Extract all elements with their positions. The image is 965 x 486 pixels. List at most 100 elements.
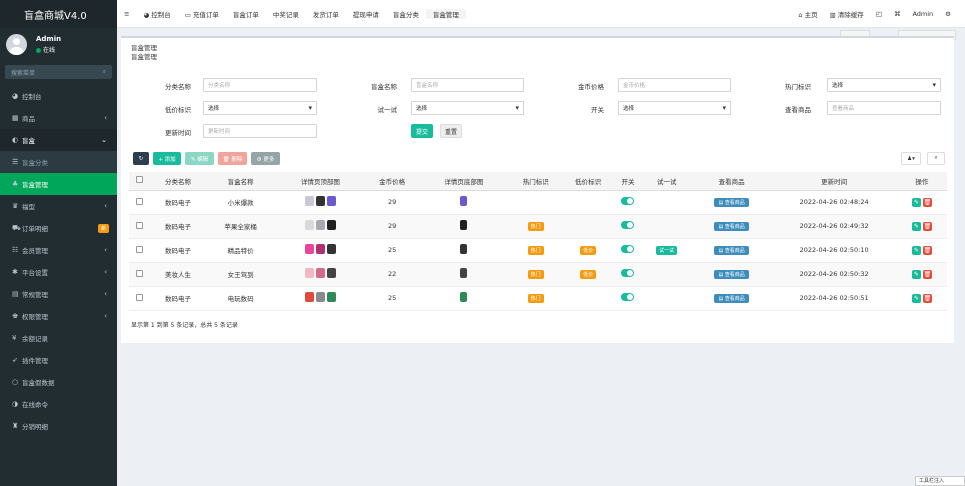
product-thumbnail[interactable] bbox=[326, 196, 336, 206]
table-row[interactable]: 数码电子 小米爆款 29 ▤ 查看商品 2022-04-26 02:48:24 … bbox=[129, 190, 947, 215]
edit-icon[interactable]: ✎ bbox=[911, 293, 921, 303]
sidebar-item[interactable]: ✱ 平台设置 ‹ bbox=[0, 261, 117, 283]
top-tab[interactable]: ◕ 控制台 bbox=[136, 9, 177, 19]
edit-icon[interactable]: ✎ bbox=[911, 197, 921, 207]
sidebar-item[interactable]: ♛ 福型 ‹ bbox=[0, 195, 117, 217]
top-tab[interactable]: ▭ 充值订单 bbox=[178, 9, 226, 19]
product-thumbnail[interactable] bbox=[315, 220, 325, 230]
view-products-button[interactable]: ▤ 查看商品 bbox=[714, 245, 749, 255]
sidebar-item[interactable]: ➶ 插件管理 bbox=[0, 349, 117, 371]
product-thumbnail[interactable] bbox=[460, 244, 468, 254]
row-checkbox[interactable] bbox=[135, 245, 143, 253]
switch-toggle[interactable] bbox=[621, 269, 635, 277]
updated-input[interactable]: 更新时间 bbox=[203, 124, 317, 138]
submit-button[interactable]: 提交 bbox=[411, 124, 433, 138]
more-button[interactable]: ⚙ 更多 bbox=[251, 152, 280, 165]
column-header[interactable] bbox=[129, 172, 150, 191]
table-row[interactable]: 数码电子 电玩数码 25 热门 ▤ 查看商品 2022-04-26 02:50:… bbox=[129, 286, 947, 311]
product-thumbnail[interactable] bbox=[315, 196, 325, 206]
add-button[interactable]: + 添加 bbox=[153, 152, 181, 165]
edit-icon[interactable]: ✎ bbox=[911, 245, 921, 255]
reset-button[interactable]: 重置 bbox=[440, 124, 462, 138]
row-checkbox[interactable] bbox=[135, 269, 143, 277]
qr-icon[interactable]: ⌘ bbox=[888, 10, 907, 18]
sidebar-item[interactable]: ♚ 权限管理 ‹ bbox=[0, 305, 117, 327]
product-thumbnail[interactable] bbox=[460, 196, 468, 206]
top-tab[interactable]: 盲盒分类 bbox=[386, 9, 426, 19]
switch-toggle[interactable] bbox=[621, 293, 635, 301]
switch-toggle[interactable] bbox=[621, 197, 635, 205]
home-link[interactable]: ⌂ 主页 bbox=[792, 9, 823, 19]
sidebar-item[interactable]: ◐ 盲盒 ⌄ bbox=[0, 129, 117, 151]
top-tab[interactable]: 盲盒订单 bbox=[226, 9, 266, 19]
switch-select[interactable]: 选择 bbox=[618, 101, 731, 115]
top-tab[interactable]: 盲盒管理 bbox=[425, 8, 466, 19]
delete-button[interactable]: 🗑 删除 bbox=[218, 152, 247, 165]
switch-toggle[interactable] bbox=[621, 221, 635, 229]
view-products-button[interactable]: ▤ 查看商品 bbox=[714, 197, 749, 207]
product-thumbnail[interactable] bbox=[315, 268, 325, 278]
product-thumbnail[interactable] bbox=[460, 268, 468, 278]
try-select[interactable]: 选择 bbox=[411, 101, 524, 115]
view-products-button[interactable]: ▤ 查看商品 bbox=[714, 221, 749, 231]
sidebar-item[interactable]: ¥ 余额记录 bbox=[0, 327, 117, 349]
product-thumbnail[interactable] bbox=[326, 244, 336, 254]
product-thumbnail[interactable] bbox=[460, 292, 468, 302]
product-thumbnail[interactable] bbox=[315, 292, 325, 302]
name-input[interactable]: 盲盒名称 bbox=[411, 78, 524, 92]
view-products-button[interactable]: ▤ 查看商品 bbox=[714, 293, 749, 303]
switch-toggle[interactable] bbox=[621, 245, 635, 253]
sidebar-item[interactable]: ☷ 会员管理 ‹ bbox=[0, 239, 117, 261]
trash-icon[interactable]: 🗑 bbox=[922, 221, 932, 231]
select-all-checkbox[interactable] bbox=[135, 176, 143, 184]
top-tab[interactable]: 中奖记录 bbox=[266, 9, 306, 19]
view-input[interactable]: 查看商品 bbox=[827, 101, 941, 115]
sidebar-item[interactable]: ♜ 分销明细 bbox=[0, 415, 117, 437]
brand-logo[interactable]: 盲盒商城V4.0 bbox=[0, 0, 117, 28]
sidebar-search-input[interactable]: 搜索菜单 ⌕ bbox=[5, 65, 112, 79]
search-icon[interactable]: ⌕ bbox=[103, 68, 106, 76]
sidebar-item[interactable]: ◑ 在线命令 bbox=[0, 393, 117, 415]
sidebar-item[interactable]: ⛟ 订单明细 新 bbox=[0, 217, 117, 239]
hot-select[interactable]: 选择 bbox=[827, 78, 941, 92]
category-input[interactable]: 分类名称 bbox=[203, 78, 317, 92]
product-thumbnail[interactable] bbox=[326, 292, 336, 302]
top-tab[interactable]: 提现申请 bbox=[346, 9, 386, 19]
table-row[interactable]: 数码电子 精品特价 25 热门 低价 试一试 ▤ 查看商品 2022-04-26… bbox=[129, 238, 947, 263]
trash-icon[interactable]: 🗑 bbox=[922, 269, 932, 279]
row-checkbox[interactable] bbox=[135, 293, 143, 301]
product-thumbnail[interactable] bbox=[304, 292, 314, 302]
product-thumbnail[interactable] bbox=[326, 268, 336, 278]
table-row[interactable]: 美妆人生 女王驾到 22 热门 低价 ▤ 查看商品 2022-04-26 02:… bbox=[129, 262, 947, 287]
table-search-button[interactable]: ⌕ bbox=[927, 152, 945, 165]
view-products-button[interactable]: ▤ 查看商品 bbox=[714, 269, 749, 279]
price-input[interactable]: 金币价格 bbox=[618, 78, 731, 92]
low-select[interactable]: 选择 bbox=[203, 101, 317, 115]
sidebar-item[interactable]: ○ 盲盒假数据 bbox=[0, 371, 117, 393]
product-thumbnail[interactable] bbox=[304, 244, 314, 254]
fullscreen-icon[interactable]: ◰ bbox=[870, 10, 888, 18]
product-thumbnail[interactable] bbox=[304, 220, 314, 230]
row-checkbox[interactable] bbox=[135, 221, 143, 229]
edit-icon[interactable]: ✎ bbox=[911, 221, 921, 231]
sidebar-item[interactable]: ♣ 盲盒管理 bbox=[0, 173, 117, 195]
product-thumbnail[interactable] bbox=[315, 244, 325, 254]
menu-toggle-icon[interactable]: ≡ bbox=[117, 10, 136, 18]
sidebar-item[interactable]: ▤ 常规管理 ‹ bbox=[0, 283, 117, 305]
table-row[interactable]: 数码电子 苹果全家桶 29 热门 ▤ 查看商品 2022-04-26 02:49… bbox=[129, 214, 947, 239]
sidebar-item[interactable]: ◕ 控制台 bbox=[0, 85, 117, 107]
product-thumbnail[interactable] bbox=[326, 220, 336, 230]
edit-icon[interactable]: ✎ bbox=[911, 269, 921, 279]
row-checkbox[interactable] bbox=[135, 197, 143, 205]
trash-icon[interactable]: 🗑 bbox=[922, 245, 932, 255]
sidebar-item[interactable]: ☰ 盲盒分类 bbox=[0, 151, 117, 173]
edit-button[interactable]: ✎ 编辑 bbox=[185, 152, 214, 165]
clear-cache-button[interactable]: ▥ 清除缓存 bbox=[824, 9, 870, 19]
product-thumbnail[interactable] bbox=[460, 220, 468, 230]
sidebar-item[interactable]: ▦ 商品 ‹ bbox=[0, 107, 117, 129]
top-tab[interactable]: 发货订单 bbox=[306, 9, 346, 19]
refresh-button[interactable]: ↻ bbox=[133, 152, 149, 165]
product-thumbnail[interactable] bbox=[304, 196, 314, 206]
trash-icon[interactable]: 🗑 bbox=[922, 293, 932, 303]
trash-icon[interactable]: 🗑 bbox=[922, 197, 932, 207]
